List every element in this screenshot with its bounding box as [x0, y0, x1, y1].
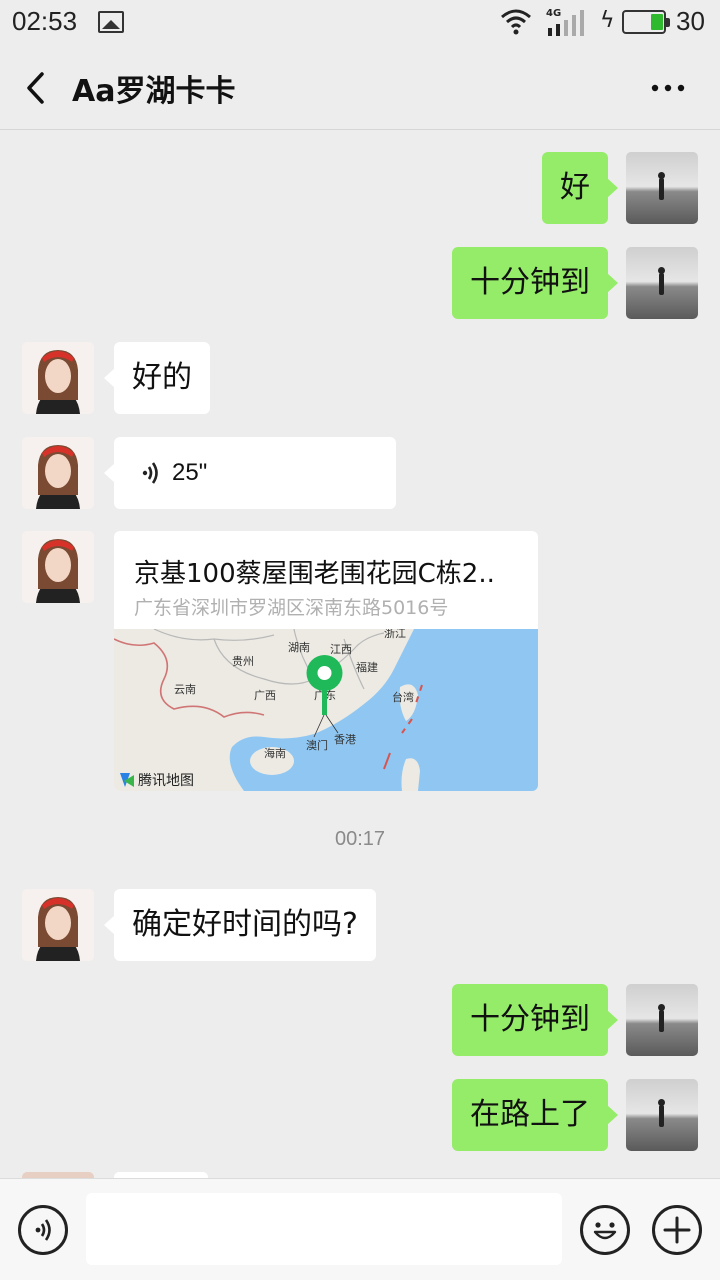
map-label: 海南 [264, 746, 286, 760]
emoji-icon[interactable] [580, 1205, 630, 1255]
voice-duration: 25" [172, 459, 208, 486]
avatar-contact[interactable] [22, 531, 94, 603]
map-label: 浙江 [384, 629, 406, 640]
message-bubble-received[interactable]: 好的 [104, 342, 210, 414]
avatar-self[interactable] [626, 984, 698, 1056]
location-map[interactable]: 湖南 江西 浙江 贵州 福建 云南 广西 广东 台湾 海南 澳门 香港 腾讯地图 [114, 629, 538, 791]
battery-percent: 30 [676, 6, 705, 36]
battery-icon [622, 10, 670, 34]
chat-header: Aa罗湖卡卡 [0, 46, 720, 130]
chat-title: Aa罗湖卡卡 [72, 74, 236, 109]
avatar-self[interactable] [626, 152, 698, 224]
map-label: 云南 [174, 683, 196, 696]
signal-icon [548, 10, 584, 36]
location-address: 广东省深圳市罗湖区深南东路5016号 [134, 597, 449, 619]
avatar-contact[interactable] [22, 889, 94, 961]
plus-icon[interactable] [652, 1205, 702, 1255]
location-title: 京基100蔡屋围老围花园C栋2.. [134, 559, 495, 589]
message-bubble-sent[interactable]: 十分钟到 [452, 984, 618, 1056]
map-label: 台湾 [392, 690, 414, 704]
message-input[interactable] [86, 1193, 562, 1265]
wifi-icon [501, 9, 531, 35]
map-label: 贵州 [232, 655, 254, 668]
map-label: 澳门 [306, 738, 328, 752]
map-label: 广西 [254, 689, 276, 702]
message-bubble-sent[interactable]: 好 [542, 152, 618, 224]
map-label: 福建 [356, 660, 378, 674]
image-icon [98, 11, 124, 33]
voice-mode-icon[interactable] [18, 1205, 68, 1255]
voice-wave-icon [142, 462, 158, 484]
input-bar [0, 1178, 720, 1280]
message-bubble-sent[interactable]: 在路上了 [452, 1079, 618, 1151]
chevron-left-icon[interactable] [22, 70, 52, 106]
avatar-self[interactable] [626, 1079, 698, 1151]
status-time: 02:53 [12, 6, 78, 36]
map-provider: 腾讯地图 [138, 772, 194, 789]
voice-message[interactable]: 25" [104, 437, 396, 509]
avatar-contact[interactable] [22, 342, 94, 414]
map-label: 香港 [334, 733, 356, 746]
avatar-self[interactable] [626, 247, 698, 319]
map-label: 江西 [330, 643, 352, 656]
avatar-contact[interactable] [22, 437, 94, 509]
map-label: 湖南 [288, 641, 310, 654]
more-dots-icon[interactable] [648, 76, 688, 100]
message-bubble-sent[interactable]: 十分钟到 [452, 247, 618, 319]
timestamp-separator: 00:17 [334, 828, 386, 850]
location-card[interactable]: 京基100蔡屋围老围花园C栋2.. 广东省深圳市罗湖区深南东路5016号 湖南 … [114, 531, 538, 791]
message-bubble-received[interactable]: 确定好时间的吗? [104, 889, 376, 961]
status-bar: 02:53 4G ϟ 30 [0, 0, 720, 46]
charging-icon: ϟ [600, 8, 615, 33]
